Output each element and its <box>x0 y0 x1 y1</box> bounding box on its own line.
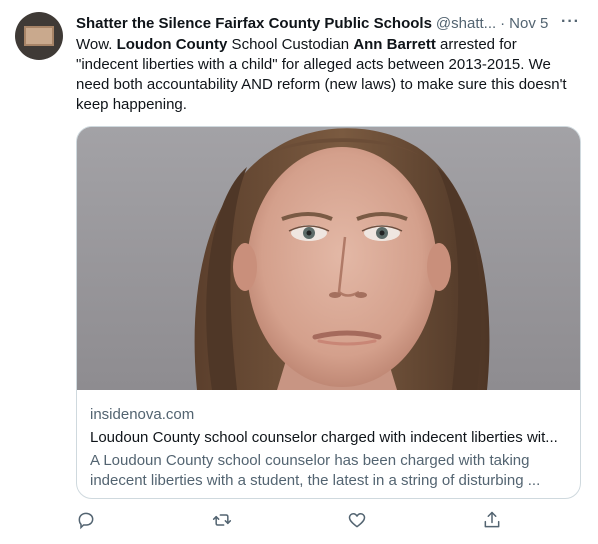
tweet-actions <box>76 510 506 534</box>
avatar[interactable] <box>15 12 63 60</box>
tweet-text-bold: Ann Barrett <box>353 36 436 53</box>
card-domain: insidenova.com <box>90 406 195 423</box>
tweet-text-part: Wow. <box>76 36 117 53</box>
separator-dot: · <box>500 14 506 32</box>
more-options-icon[interactable]: ··· <box>561 13 580 31</box>
retweet-icon[interactable] <box>212 510 234 532</box>
like-icon[interactable] <box>347 510 369 532</box>
link-card[interactable]: insidenova.com Loudoun County school cou… <box>76 126 581 499</box>
card-image <box>77 127 580 390</box>
tweet-header: Shatter the Silence Fairfax County Publi… <box>76 13 580 33</box>
avatar-image <box>24 26 54 46</box>
tweet-text-bold: Loudon County <box>116 36 228 53</box>
card-title: Loudoun County school counselor charged … <box>90 429 558 446</box>
tweet-text-part: School Custodian <box>227 36 354 53</box>
tweet-text: Wow. Loudon County School Custodian Ann … <box>76 35 581 115</box>
card-description: A Loudoun County school counselor has be… <box>90 452 541 489</box>
user-handle[interactable]: @shatt... <box>436 15 496 32</box>
display-name[interactable]: Shatter the Silence Fairfax County Publi… <box>76 15 432 32</box>
tweet-date[interactable]: Nov 5 <box>509 15 548 32</box>
reply-icon[interactable] <box>76 510 98 532</box>
share-icon[interactable] <box>482 510 504 532</box>
card-body: insidenova.com Loudoun County school cou… <box>90 405 568 491</box>
